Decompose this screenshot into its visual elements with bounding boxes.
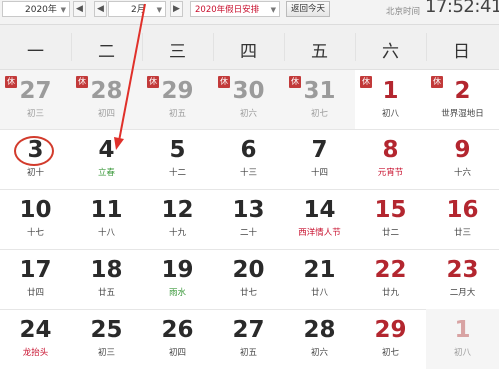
annotation-arrow [114, 3, 146, 150]
